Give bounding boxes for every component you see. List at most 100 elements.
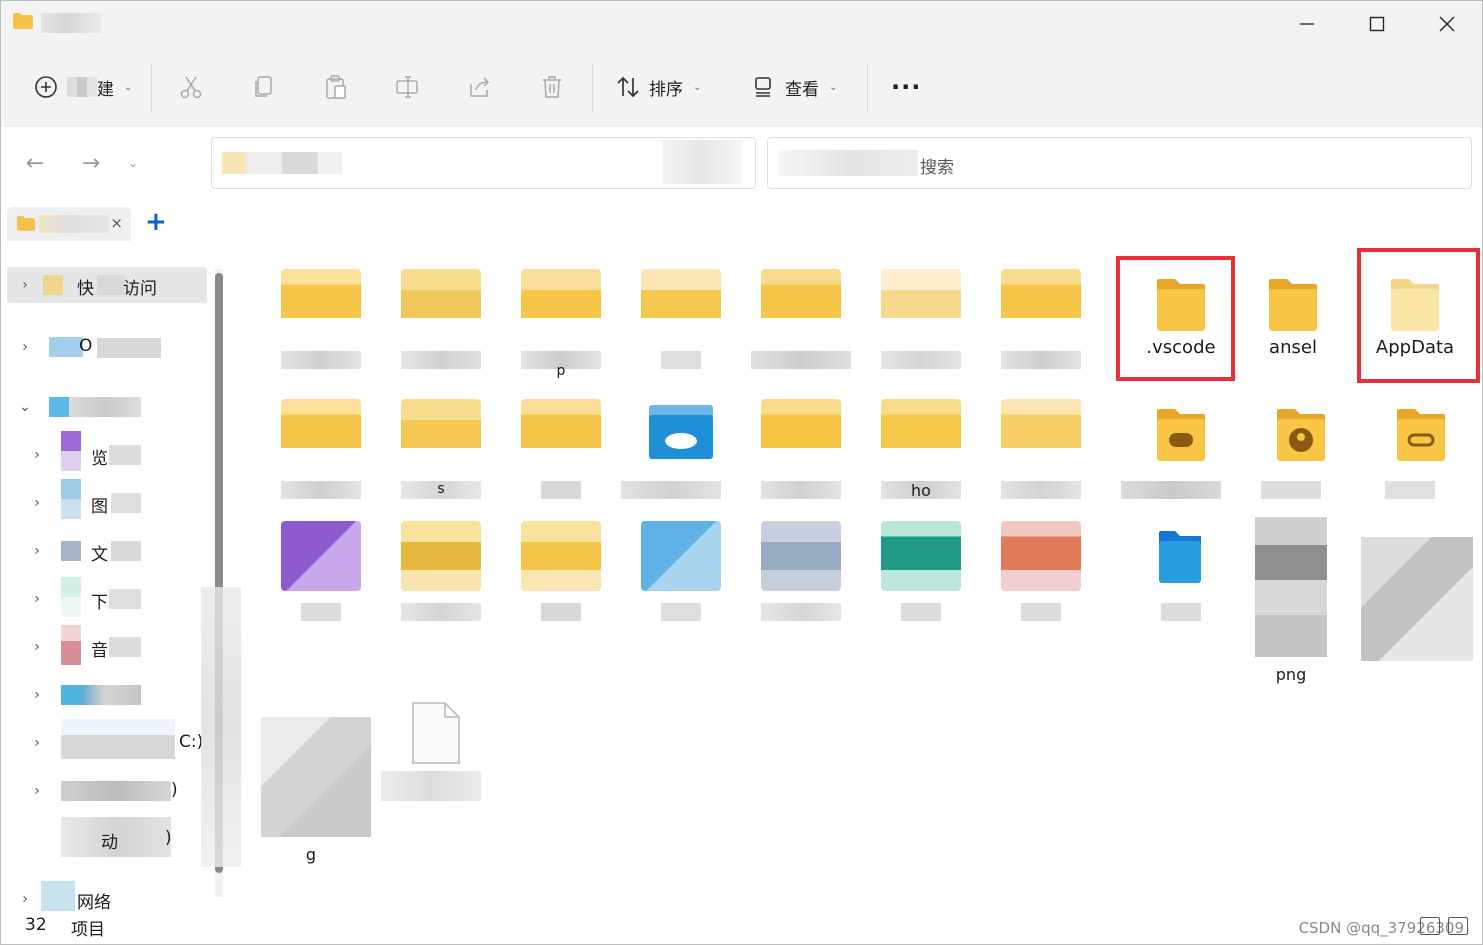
- sidebar-item-label: 图: [91, 497, 108, 517]
- chevron-right-icon: ›: [34, 495, 40, 511]
- folder-item[interactable]: [981, 507, 1101, 625]
- folder-icon: [13, 13, 33, 29]
- folder-item[interactable]: [261, 255, 381, 373]
- sidebar-item-documents[interactable]: › 文: [23, 533, 207, 569]
- image-thumbnail-icon: [1361, 537, 1473, 661]
- sidebar-item-this-pc[interactable]: ⌄: [7, 389, 207, 425]
- image-file-item[interactable]: g: [261, 717, 381, 867]
- close-tab-icon[interactable]: ×: [110, 214, 123, 232]
- chevron-right-icon: ›: [34, 543, 40, 559]
- folder-item[interactable]: [861, 255, 981, 373]
- folder-item-ansel[interactable]: ansel: [1233, 255, 1353, 373]
- folder-item[interactable]: [621, 255, 741, 373]
- folder-item[interactable]: [1121, 507, 1241, 625]
- recent-chevron-icon[interactable]: ⌄: [119, 149, 147, 177]
- folder-icon: [521, 399, 601, 469]
- onedrive-folder-item[interactable]: [621, 385, 741, 503]
- more-options-button[interactable]: ···: [891, 67, 921, 107]
- tiles-view-icon[interactable]: [1448, 917, 1468, 935]
- sort-button[interactable]: 排序 ⌄: [615, 67, 701, 107]
- minimize-button[interactable]: [1272, 1, 1342, 47]
- back-arrow-icon[interactable]: ←: [21, 149, 49, 177]
- title-bar: [1, 1, 1482, 47]
- folder-item[interactable]: [741, 385, 861, 503]
- folder-item[interactable]: [741, 255, 861, 373]
- rename-button[interactable]: [395, 67, 421, 107]
- image-thumbnail-icon: [261, 717, 371, 837]
- chevron-right-icon: ›: [34, 735, 40, 751]
- details-view-icon[interactable]: [1420, 917, 1440, 935]
- cut-button[interactable]: [178, 67, 204, 107]
- saved-games-folder-item[interactable]: [1121, 385, 1241, 503]
- folder-icon: [281, 399, 361, 469]
- folder-item[interactable]: [981, 385, 1101, 503]
- image-file-item[interactable]: png: [1241, 517, 1341, 687]
- new-label-obscured: [67, 77, 97, 97]
- folder-item[interactable]: ho: [861, 385, 981, 503]
- address-path-obscured: [222, 152, 342, 174]
- folder-item[interactable]: [261, 507, 381, 625]
- maximize-button[interactable]: [1342, 1, 1412, 47]
- name-obscured: [1001, 481, 1081, 499]
- folder-item[interactable]: [861, 507, 981, 625]
- download-icon: [61, 577, 81, 617]
- window-title: [41, 13, 101, 33]
- sidebar-item-drive-e[interactable]: 动 ): [23, 817, 207, 857]
- chevron-right-icon: ›: [22, 891, 28, 907]
- links-folder-item[interactable]: [1361, 385, 1481, 503]
- share-button[interactable]: [467, 67, 493, 107]
- item-count: 32: [25, 915, 47, 935]
- toolbar-divider: [592, 63, 593, 113]
- chevron-down-icon: ⌄: [693, 81, 702, 93]
- folder-name: ho: [911, 481, 931, 500]
- sidebar-item-quick-access[interactable]: › 快 访问: [7, 267, 207, 303]
- folder-item[interactable]: p: [501, 255, 621, 379]
- image-file-item[interactable]: [1361, 537, 1481, 687]
- search-box[interactable]: 搜索: [767, 137, 1472, 189]
- name-obscured: [1001, 351, 1081, 369]
- sidebar-item-downloads[interactable]: › 下: [23, 577, 207, 617]
- name-obscured: [1261, 481, 1321, 499]
- folder-item[interactable]: [501, 385, 621, 503]
- image-thumbnail-icon: [1255, 517, 1327, 657]
- file-name: png: [1275, 665, 1307, 684]
- name-obscured: [751, 351, 851, 369]
- sidebar-item-drive-c[interactable]: › C:): [23, 719, 207, 761]
- folder-icon: [281, 269, 361, 339]
- sidebar-item-videos[interactable]: › 览: [23, 431, 207, 473]
- view-button[interactable]: 查看 ⌄: [751, 67, 837, 107]
- contacts-folder-item[interactable]: [1241, 385, 1361, 503]
- sidebar-item-onedrive[interactable]: › O: [7, 329, 207, 365]
- file-item[interactable]: [381, 699, 501, 817]
- address-bar[interactable]: [211, 137, 756, 189]
- folder-item[interactable]: [381, 255, 501, 373]
- folder-item[interactable]: s: [381, 385, 501, 503]
- tab-current[interactable]: ×: [7, 207, 131, 241]
- folder-item[interactable]: [381, 507, 501, 625]
- label-obscured: [109, 637, 141, 657]
- sidebar-item-desktop[interactable]: ›: [23, 677, 207, 713]
- close-button[interactable]: [1412, 1, 1482, 47]
- folder-item[interactable]: [621, 507, 741, 625]
- folder-item[interactable]: [261, 385, 381, 503]
- name-obscured: [1385, 481, 1435, 499]
- folder-item[interactable]: [981, 255, 1101, 373]
- sidebar-item-pictures[interactable]: › 图: [23, 479, 207, 521]
- label-obscured: [97, 275, 125, 295]
- folder-icon: [1269, 279, 1317, 331]
- sidebar-item-drive-d[interactable]: › ): [23, 773, 207, 809]
- folder-item[interactable]: [501, 507, 621, 625]
- chevron-right-icon: ›: [34, 639, 40, 655]
- add-tab-button[interactable]: +: [145, 207, 167, 237]
- chevron-right-icon: ›: [22, 277, 28, 293]
- sidebar-item-label: O: [79, 336, 93, 356]
- sidebar-item-music[interactable]: › 音: [23, 625, 207, 665]
- new-button[interactable]: 建 ⌄: [33, 67, 132, 107]
- delete-button[interactable]: [539, 67, 565, 107]
- paste-button[interactable]: [323, 67, 349, 107]
- sidebar-item-label: 快: [77, 279, 94, 299]
- forward-arrow-icon[interactable]: →: [77, 149, 105, 177]
- copy-button[interactable]: [251, 67, 277, 107]
- folder-item[interactable]: [741, 507, 861, 625]
- name-obscured: [301, 603, 341, 621]
